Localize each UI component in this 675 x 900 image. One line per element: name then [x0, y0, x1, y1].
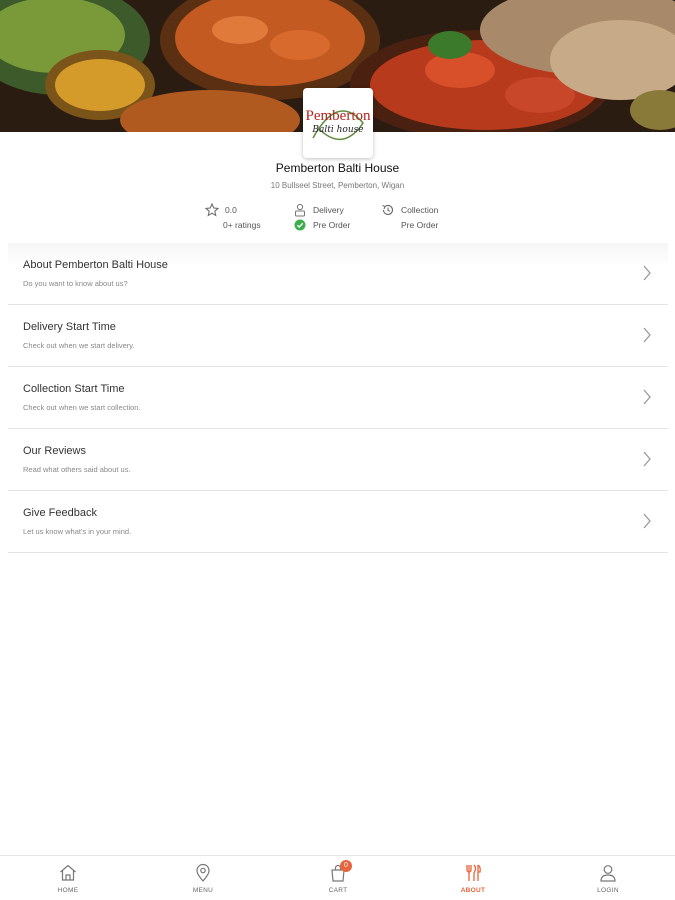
list-item-title: About Pemberton Balti House	[23, 259, 168, 271]
nav-about[interactable]: ABOUT	[433, 856, 513, 900]
cart-count-badge: 0	[340, 860, 352, 872]
restaurant-logo: Pemberton Balti house	[303, 88, 373, 158]
restaurant-address: 10 Bullseel Street, Pemberton, Wigan	[270, 181, 405, 190]
collection-status: Pre Order	[401, 219, 439, 230]
list-item-title: Delivery Start Time	[23, 321, 116, 333]
nav-menu[interactable]: MENU	[163, 856, 243, 900]
delivery-status: Pre Order	[313, 219, 351, 230]
check-circle-icon	[293, 218, 307, 232]
delivery-person-icon	[293, 203, 307, 217]
bottom-nav: HOME MENU 0 CART ABOUT LOGIN	[0, 855, 675, 900]
delivery-info: Delivery Pre Order	[293, 202, 350, 232]
chevron-right-icon	[643, 389, 651, 405]
user-icon	[600, 865, 616, 882]
chevron-right-icon	[643, 265, 651, 281]
nav-cart[interactable]: 0 CART	[298, 856, 378, 900]
restaurant-name: Pemberton Balti House	[275, 161, 400, 175]
list-item-subtitle: Check out when we start delivery.	[23, 341, 135, 350]
nav-menu-label: MENU	[192, 887, 214, 894]
chevron-right-icon	[643, 327, 651, 343]
rating-value: 0.0	[225, 204, 237, 215]
nav-about-label: ABOUT	[460, 887, 486, 894]
location-pin-icon	[196, 863, 210, 882]
list-item-reviews[interactable]: Our Reviews Read what others said about …	[8, 429, 668, 491]
list-item-title: Our Reviews	[23, 445, 86, 457]
list-item-subtitle: Check out when we start collection.	[23, 403, 141, 412]
list-item-subtitle: Let us know what's in your mind.	[23, 527, 132, 536]
list-item-collection-start-time[interactable]: Collection Start Time Check out when we …	[8, 367, 668, 429]
list-item-about[interactable]: About Pemberton Balti House Do you want …	[8, 243, 668, 305]
home-icon	[60, 864, 76, 881]
nav-login[interactable]: LOGIN	[568, 856, 648, 900]
nav-login-label: LOGIN	[597, 887, 619, 894]
list-item-subtitle: Do you want to know about us?	[23, 279, 128, 288]
logo-text-secondary: Balti house	[312, 125, 364, 135]
ratings-count: 0+ ratings	[223, 219, 261, 230]
delivery-label: Delivery	[313, 204, 344, 215]
nav-cart-label: CART	[328, 887, 348, 894]
star-icon	[204, 202, 220, 217]
list-item-title: Collection Start Time	[23, 383, 125, 395]
nav-home[interactable]: HOME	[28, 856, 108, 900]
nav-home-label: HOME	[57, 887, 79, 894]
list-item-feedback[interactable]: Give Feedback Let us know what's in your…	[8, 491, 668, 553]
clock-history-icon	[381, 203, 395, 217]
about-menu-list: About Pemberton Balti House Do you want …	[8, 243, 668, 553]
list-item-title: Give Feedback	[23, 507, 97, 519]
chevron-right-icon	[643, 451, 651, 467]
collection-info: Collection Pre Order	[381, 202, 438, 232]
logo-text-primary: Pemberton	[305, 108, 371, 124]
rating-info: 0.0 0+ ratings	[204, 202, 261, 232]
list-item-delivery-start-time[interactable]: Delivery Start Time Check out when we st…	[8, 305, 668, 367]
collection-label: Collection	[401, 204, 439, 215]
cutlery-icon	[466, 864, 481, 881]
chevron-right-icon	[643, 513, 651, 529]
list-item-subtitle: Read what others said about us.	[23, 465, 131, 474]
